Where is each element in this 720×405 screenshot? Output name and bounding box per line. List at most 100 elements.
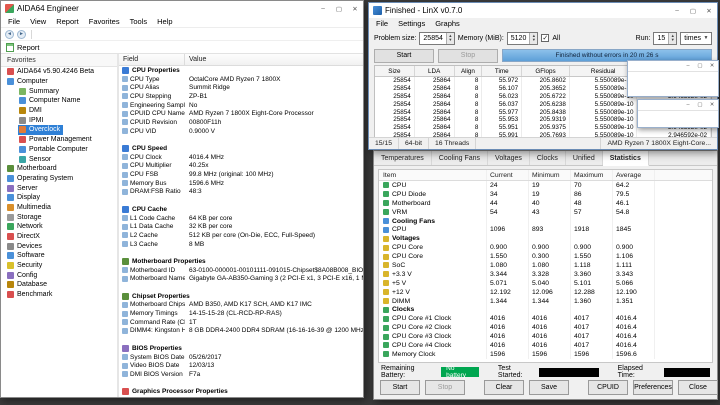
sensor-row-cpu-core[interactable]: CPU Core0.9000.9000.9000.900 bbox=[379, 243, 712, 252]
section-header-graphics-processor-properties[interactable]: Graphics Processor Properties bbox=[119, 387, 363, 396]
sidebar-item-dmi[interactable]: DMI bbox=[18, 106, 45, 116]
field-row[interactable]: CPU Multiplier40.25x bbox=[119, 162, 363, 171]
save-button[interactable]: Save bbox=[529, 380, 569, 395]
tab-cooling-fans[interactable]: Cooling Fans bbox=[432, 151, 488, 165]
minimize-icon[interactable]: – bbox=[682, 100, 694, 110]
sensor-row-5-v[interactable]: +5 V5.0715.0405.1015.066 bbox=[379, 279, 712, 288]
sidebar-item-motherboard[interactable]: Motherboard bbox=[6, 164, 60, 174]
sensor-group-cooling-fans[interactable]: Cooling Fans bbox=[379, 217, 712, 226]
start-button[interactable]: Start bbox=[380, 380, 420, 395]
forward-icon[interactable]: ► bbox=[17, 30, 26, 39]
minimize-icon[interactable]: – bbox=[315, 1, 331, 16]
tab-statistics[interactable]: Statistics bbox=[603, 151, 649, 166]
field-row[interactable]: Memory Timings14-15-15-28 (CL-RCD-RP-RAS… bbox=[119, 309, 363, 318]
sidebar-item-computer-name[interactable]: Computer Name bbox=[18, 96, 83, 106]
problem-size-input[interactable]: 25854 ▲▼ bbox=[419, 32, 454, 45]
section-header-chipset-properties[interactable]: Chipset Properties bbox=[119, 292, 363, 301]
sidebar-item-benchmark[interactable]: Benchmark bbox=[6, 290, 55, 300]
field-row[interactable]: CPU TypeOctalCore AMD Ryzen 7 1800X bbox=[119, 75, 363, 84]
graph-window-1[interactable]: – ▢ ✕ bbox=[627, 60, 719, 97]
sensor-row-cpu-diode[interactable]: CPU Diode34198679.5 bbox=[379, 190, 712, 199]
sensor-row-cpu-core-1-clock[interactable]: CPU Core #1 Clock4016401640174016.4 bbox=[379, 314, 712, 323]
sensor-row-soc[interactable]: SoC1.0801.0801.1181.111 bbox=[379, 261, 712, 270]
field-row[interactable]: L1 Data Cache32 KB per core bbox=[119, 222, 363, 231]
field-row[interactable]: CPUID CPU NameAMD Ryzen 7 1800X Eight-Co… bbox=[119, 109, 363, 118]
field-row[interactable]: Memory Bus1596.6 MHz bbox=[119, 179, 363, 188]
field-row[interactable]: CPUID Revision00800F11h bbox=[119, 118, 363, 127]
field-row[interactable]: L2 Cache512 KB per core (On-Die, ECC, Fu… bbox=[119, 231, 363, 240]
aida-menu-report[interactable]: Report bbox=[51, 17, 84, 26]
sidebar-item-computer[interactable]: Computer bbox=[6, 77, 51, 87]
close-icon[interactable]: ✕ bbox=[706, 100, 718, 110]
field-row[interactable]: CPU SteppingZP-B1 bbox=[119, 92, 363, 101]
maximize-icon[interactable]: ▢ bbox=[694, 61, 706, 71]
aida-menu-favorites[interactable]: Favorites bbox=[84, 17, 125, 26]
start-button[interactable]: Start bbox=[374, 49, 434, 63]
field-row[interactable]: L1 Code Cache64 KB per core bbox=[119, 214, 363, 223]
sidebar-item-display[interactable]: Display bbox=[6, 193, 43, 203]
field-row[interactable]: Video AdapterMSI N780Ti (MS-V298) bbox=[119, 396, 363, 397]
sidebar-item-network[interactable]: Network bbox=[6, 222, 46, 232]
aida-menu-file[interactable]: File bbox=[3, 17, 25, 26]
section-header-cpu-cache[interactable]: CPU Cache bbox=[119, 205, 363, 214]
linx-titlebar[interactable]: Finished - LinX v0.7.0 – ▢ ✕ bbox=[369, 3, 717, 18]
close-icon[interactable]: ✕ bbox=[347, 1, 363, 16]
linx-menu-file[interactable]: File bbox=[371, 19, 393, 28]
field-row[interactable]: DIMM4: Kingston HyperX K...8 GB DDR4-240… bbox=[119, 327, 363, 336]
aida-menu-tools[interactable]: Tools bbox=[125, 17, 153, 26]
section-header-bios-properties[interactable]: BIOS Properties bbox=[119, 344, 363, 353]
spinner-down-icon[interactable]: ▼ bbox=[448, 38, 452, 42]
minimize-icon[interactable]: – bbox=[669, 3, 685, 18]
tab-voltages[interactable]: Voltages bbox=[488, 151, 530, 165]
sensor-row-cpu-core[interactable]: CPU Core1.5500.3001.5501.106 bbox=[379, 252, 712, 261]
field-row[interactable]: CPU AliasSummit Ridge bbox=[119, 83, 363, 92]
sidebar-item-portable-computer[interactable]: Portable Computer bbox=[18, 145, 91, 155]
report-button[interactable]: Report bbox=[17, 43, 40, 52]
sidebar-item-sensor[interactable]: Sensor bbox=[18, 154, 54, 164]
field-row[interactable]: CPU VID0.9000 V bbox=[119, 127, 363, 136]
sensor-group-clocks[interactable]: Clocks bbox=[379, 305, 712, 314]
all-checkbox[interactable]: ✓ bbox=[541, 34, 549, 42]
tab-clocks[interactable]: Clocks bbox=[530, 151, 566, 165]
linx-menu-graphs[interactable]: Graphs bbox=[430, 19, 465, 28]
sidebar-item-devices[interactable]: Devices bbox=[6, 241, 45, 251]
column-header-field[interactable]: Field bbox=[119, 54, 185, 65]
close-icon[interactable]: ✕ bbox=[701, 3, 717, 18]
aida-menu-view[interactable]: View bbox=[25, 17, 51, 26]
field-row[interactable]: Engineering SampleNo bbox=[119, 101, 363, 110]
sidebar-item-aida64-v5-90-4246-beta[interactable]: AIDA64 v5.90.4246 Beta bbox=[6, 67, 97, 77]
cpuid-button[interactable]: CPUID bbox=[588, 380, 628, 395]
field-row[interactable]: CPU Clock4016.4 MHz bbox=[119, 153, 363, 162]
section-header-cpu-properties[interactable]: CPU Properties bbox=[119, 66, 363, 75]
sensor-row-motherboard[interactable]: Motherboard44404846.1 bbox=[379, 199, 712, 208]
sidebar-item-software[interactable]: Software bbox=[6, 251, 48, 261]
run-mode-select[interactable]: times ▼ bbox=[680, 32, 712, 45]
sidebar-item-config[interactable]: Config bbox=[6, 270, 40, 280]
graph-window-1-titlebar[interactable]: – ▢ ✕ bbox=[628, 61, 718, 72]
field-row[interactable]: Motherboard NameGigabyte GA-AB350-Gaming… bbox=[119, 275, 363, 284]
field-row[interactable]: DRAM:FSB Ratio48:3 bbox=[119, 188, 363, 197]
run-count-input[interactable]: 15 ▲▼ bbox=[653, 32, 677, 45]
column-header-value[interactable]: Value bbox=[185, 54, 363, 65]
preferences-button[interactable]: Preferences bbox=[633, 380, 673, 395]
field-row[interactable]: L3 Cache8 MB bbox=[119, 240, 363, 249]
sensor-row-cpu[interactable]: CPU24197064.2 bbox=[379, 181, 712, 190]
tab-temperatures[interactable]: Temperatures bbox=[374, 151, 432, 165]
linx-menu-settings[interactable]: Settings bbox=[393, 19, 430, 28]
favorites-tab[interactable]: Favorites bbox=[1, 54, 117, 67]
sensor-row-12-v[interactable]: +12 V12.19212.09612.28812.190 bbox=[379, 288, 712, 297]
sidebar-item-database[interactable]: Database bbox=[6, 280, 50, 290]
sensor-group-voltages[interactable]: Voltages bbox=[379, 234, 712, 243]
sensor-row-vrm[interactable]: VRM54435754.8 bbox=[379, 208, 712, 217]
minimize-icon[interactable]: – bbox=[682, 61, 694, 71]
sidebar-item-operating-system[interactable]: Operating System bbox=[6, 174, 76, 184]
sidebar-item-overclock[interactable]: Overclock bbox=[18, 125, 63, 135]
field-row[interactable]: Motherboard ChipsetAMD B350, AMD K17 SCH… bbox=[119, 301, 363, 310]
sidebar-item-directx[interactable]: DirectX bbox=[6, 232, 43, 242]
graph-window-2-titlebar[interactable]: – ▢ ✕ bbox=[638, 100, 718, 111]
close-icon[interactable]: ✕ bbox=[706, 61, 718, 71]
field-row[interactable]: CPU FSB99.8 MHz (original: 100 MHz) bbox=[119, 170, 363, 179]
sidebar-item-summary[interactable]: Summary bbox=[18, 86, 62, 96]
sensor-row-cpu-core-2-clock[interactable]: CPU Core #2 Clock4016401640174016.4 bbox=[379, 323, 712, 332]
sidebar-item-server[interactable]: Server bbox=[6, 183, 41, 193]
